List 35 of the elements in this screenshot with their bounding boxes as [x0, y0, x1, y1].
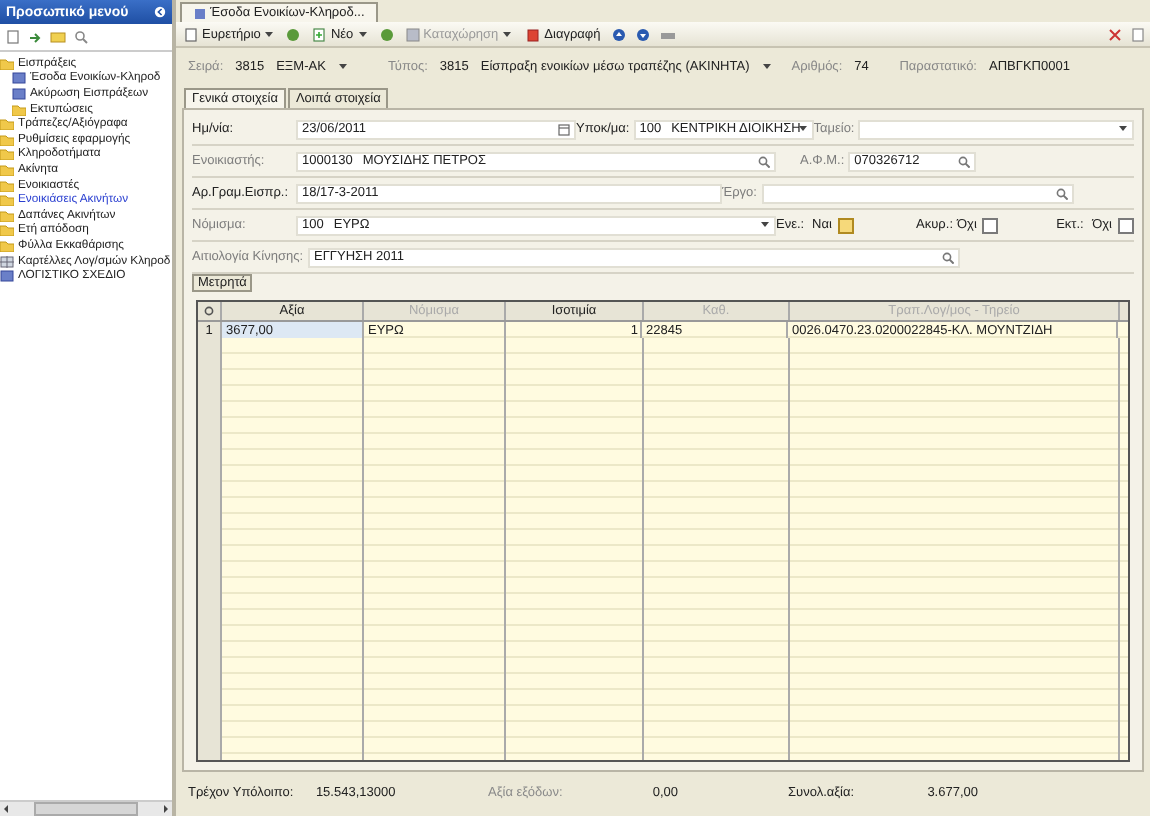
- search-icon: [942, 251, 954, 263]
- search-icon[interactable]: [74, 30, 88, 44]
- arrow-icon[interactable]: [28, 30, 42, 44]
- scissors-icon[interactable]: [1108, 27, 1122, 41]
- calendar-icon: [558, 123, 570, 135]
- search-icon: [758, 155, 770, 167]
- document-icon: [0, 270, 14, 283]
- caret-icon: [357, 30, 368, 38]
- collapse-icon[interactable]: [154, 6, 166, 18]
- grid-icon: [0, 255, 14, 268]
- circle-icon[interactable]: [286, 27, 301, 41]
- down-icon[interactable]: [636, 27, 651, 41]
- scroll-right-icon[interactable]: [162, 804, 170, 814]
- caret-icon: [264, 30, 275, 38]
- checkbox[interactable]: [982, 217, 999, 233]
- caret-icon: [761, 62, 772, 70]
- checkbox[interactable]: [837, 217, 854, 233]
- caret-icon: [760, 219, 770, 227]
- caret-icon: [797, 123, 808, 131]
- search-icon: [1056, 187, 1068, 199]
- checkbox[interactable]: [1117, 217, 1134, 233]
- folder-icon: [0, 57, 14, 70]
- page-icon[interactable]: [6, 30, 20, 44]
- search-icon: [958, 155, 971, 167]
- caret-icon: [337, 62, 348, 70]
- caret-icon: [1118, 123, 1129, 131]
- circle-icon[interactable]: [379, 27, 394, 41]
- settings-icon[interactable]: [204, 306, 214, 316]
- page-icon[interactable]: [1132, 27, 1144, 41]
- caret-icon: [502, 30, 513, 38]
- scroll-thumb[interactable]: [34, 802, 138, 816]
- scroll-left-icon[interactable]: [2, 804, 10, 814]
- up-icon[interactable]: [612, 27, 627, 41]
- page-icon: [312, 27, 327, 41]
- lookup-field[interactable]: [762, 183, 1074, 203]
